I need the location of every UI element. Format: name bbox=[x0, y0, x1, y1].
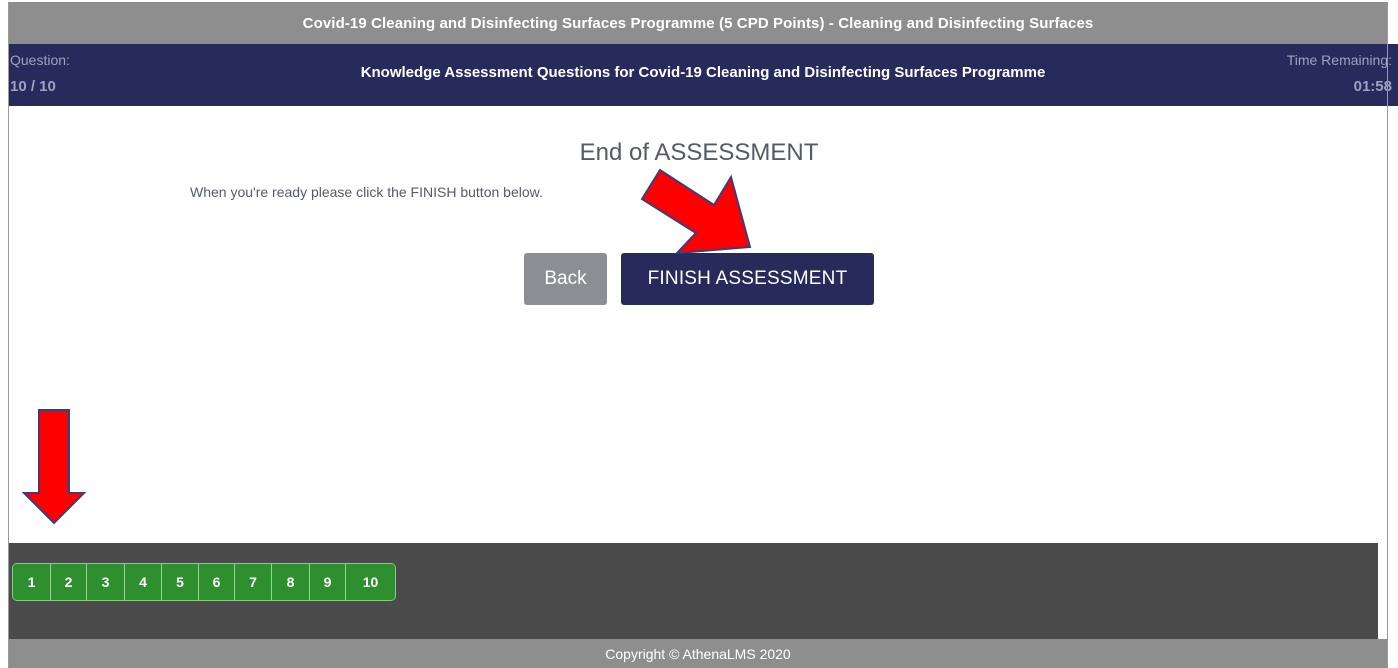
course-title-bar: Covid-19 Cleaning and Disinfecting Surfa… bbox=[8, 2, 1388, 44]
question-nav-9[interactable]: 9 bbox=[310, 564, 346, 600]
finish-assessment-button[interactable]: FINISH ASSESSMENT bbox=[621, 253, 874, 305]
time-remaining-value: 01:58 bbox=[1353, 78, 1392, 95]
finish-instruction-text: When you're ready please click the FINIS… bbox=[190, 184, 543, 200]
question-nav-4[interactable]: 4 bbox=[125, 564, 162, 600]
assessment-header: Question: 10 / 10 Knowledge Assessment Q… bbox=[8, 44, 1398, 106]
question-nav-6[interactable]: 6 bbox=[199, 564, 235, 600]
question-nav-2[interactable]: 2 bbox=[51, 564, 87, 600]
copyright-text: Copyright © AthenaLMS 2020 bbox=[605, 645, 791, 662]
arrow-to-finish-icon bbox=[640, 168, 752, 255]
time-remaining-label: Time Remaining: bbox=[1286, 52, 1392, 68]
assessment-page: Covid-19 Cleaning and Disinfecting Surfa… bbox=[0, 0, 1398, 668]
question-nav-3[interactable]: 3 bbox=[87, 564, 125, 600]
footer: Copyright © AthenaLMS 2020 bbox=[8, 639, 1388, 668]
question-nav-7[interactable]: 7 bbox=[235, 564, 272, 600]
course-title: Covid-19 Cleaning and Disinfecting Surfa… bbox=[302, 14, 1094, 32]
end-of-assessment-heading: End of ASSESSMENT bbox=[579, 139, 819, 166]
assessment-title: Knowledge Assessment Questions for Covid… bbox=[360, 64, 1046, 81]
question-nav-10[interactable]: 10 bbox=[346, 564, 395, 600]
question-nav-1[interactable]: 1 bbox=[13, 564, 51, 600]
question-navigation-bar: 1 2 3 4 5 6 7 8 9 10 bbox=[8, 543, 1378, 639]
question-nav-5[interactable]: 5 bbox=[162, 564, 199, 600]
question-nav-8[interactable]: 8 bbox=[272, 564, 310, 600]
question-navigation: 1 2 3 4 5 6 7 8 9 10 bbox=[12, 563, 396, 601]
back-button[interactable]: Back bbox=[524, 253, 607, 305]
arrow-to-question-nav-icon bbox=[21, 409, 87, 525]
